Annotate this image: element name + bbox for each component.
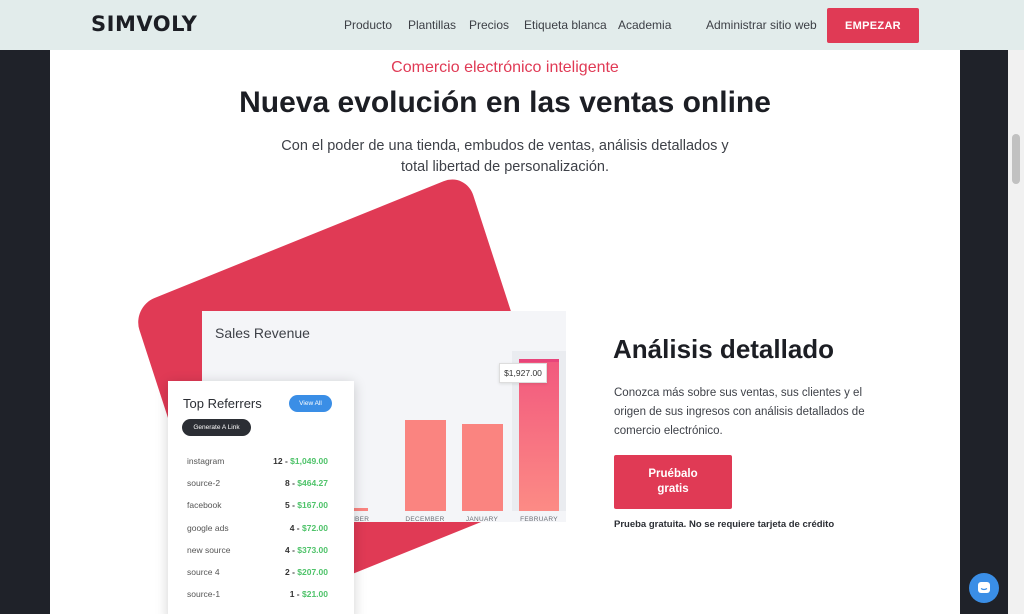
- referrer-row[interactable]: new source 4 - $373.00: [187, 545, 328, 559]
- nav-precios[interactable]: Precios: [469, 18, 509, 32]
- referrer-row[interactable]: source-1 1 - $21.00: [187, 589, 328, 603]
- site-header: SIMVOLY Producto Plantillas Precios Etiq…: [0, 0, 1024, 50]
- chart-title: Sales Revenue: [215, 325, 310, 341]
- referrer-stats: 5 - $167.00: [285, 500, 328, 510]
- referrer-row[interactable]: google ads 4 - $72.00: [187, 523, 328, 537]
- page-scrollbar[interactable]: [1008, 50, 1024, 614]
- referrer-amount: $207.00: [297, 567, 328, 577]
- nav-academia[interactable]: Academia: [618, 18, 671, 32]
- referrer-name: google ads: [187, 522, 229, 533]
- view-all-button[interactable]: View All: [289, 395, 332, 412]
- referrer-count: 2 -: [284, 567, 298, 577]
- hero-subtitle: Con el poder de una tienda, embudos de v…: [281, 138, 729, 175]
- referrer-amount: $72.00: [302, 522, 328, 533]
- nav-etiqueta-blanca[interactable]: Etiqueta blanca: [524, 18, 607, 32]
- referrer-name: new source: [187, 544, 231, 555]
- referrer-count: 1 -: [289, 589, 302, 600]
- top-referrers-card: Top Referrers View All Generate A Link i…: [168, 381, 354, 614]
- referrer-name: facebook: [187, 500, 222, 511]
- chart-bar[interactable]: [404, 420, 446, 511]
- referrer-count: 12 -: [273, 456, 291, 466]
- referrer-count: 4 -: [284, 544, 298, 555]
- chart-category-label: FEBRUARY: [520, 516, 558, 523]
- referrer-amount: $373.00: [297, 544, 328, 555]
- referrers-title: Top Referrers: [183, 396, 262, 411]
- page-title: Nueva evolución en las ventas online: [239, 86, 771, 119]
- hero-eyebrow: Comercio electrónico inteligente: [391, 59, 619, 76]
- chat-button[interactable]: [969, 573, 999, 603]
- referrer-name: source-1: [187, 589, 221, 600]
- empezar-button[interactable]: EMPEZAR: [827, 8, 919, 43]
- referrer-stats: 4 - $373.00: [285, 545, 328, 555]
- try-free-button[interactable]: Pruébalo gratis: [614, 455, 732, 509]
- referrer-name: source-2: [187, 478, 221, 489]
- referrer-stats: 4 - $72.00: [290, 523, 328, 533]
- referrer-amount: $1,049.00: [290, 456, 328, 466]
- simvoly-logo[interactable]: SIMVOLY: [91, 12, 197, 36]
- referrer-count: 5 -: [284, 500, 298, 511]
- chart-bar[interactable]: [461, 424, 503, 511]
- chart-value-tooltip: $1,927.00: [499, 363, 547, 383]
- referrer-name: source 4: [187, 567, 220, 577]
- chart-category-label: DECEMBER: [405, 516, 445, 523]
- nav-plantillas[interactable]: Plantillas: [408, 18, 456, 32]
- referrer-name: instagram: [187, 456, 225, 466]
- scrollbar-thumb[interactable]: [1012, 134, 1020, 184]
- main-content: Comercio electrónico inteligente Nueva e…: [50, 50, 960, 614]
- chart-category-label: JANUARY: [465, 516, 499, 523]
- referrer-stats: 2 - $207.00: [285, 567, 328, 577]
- referrer-row[interactable]: source-2 8 - $464.27: [187, 478, 328, 492]
- nav-producto[interactable]: Producto: [344, 18, 392, 32]
- trial-note: Prueba gratuita. No se requiere tarjeta …: [614, 519, 835, 530]
- chat-icon: [978, 582, 990, 593]
- referrer-stats: 1 - $21.00: [290, 589, 328, 599]
- referrer-count: 4 -: [289, 522, 302, 533]
- referrer-row[interactable]: facebook 5 - $167.00: [187, 500, 328, 514]
- referrer-amount: $21.00: [302, 589, 328, 600]
- feature-title: Análisis detallado: [613, 334, 835, 364]
- feature-body: Conozca más sobre sus ventas, sus client…: [614, 387, 865, 437]
- referrer-amount: $167.00: [297, 500, 328, 511]
- generate-link-button[interactable]: Generate A Link: [182, 419, 251, 436]
- referrer-row[interactable]: instagram 12 - $1,049.00: [187, 456, 328, 470]
- referrer-stats: 8 - $464.27: [285, 478, 328, 488]
- referrer-row[interactable]: source 4 2 - $207.00: [187, 567, 328, 581]
- referrer-stats: 12 - $1,049.00: [273, 456, 328, 466]
- referrer-count: 8 -: [284, 478, 298, 489]
- referrer-amount: $464.27: [297, 478, 328, 489]
- admin-site-link[interactable]: Administrar sitio web: [706, 18, 817, 32]
